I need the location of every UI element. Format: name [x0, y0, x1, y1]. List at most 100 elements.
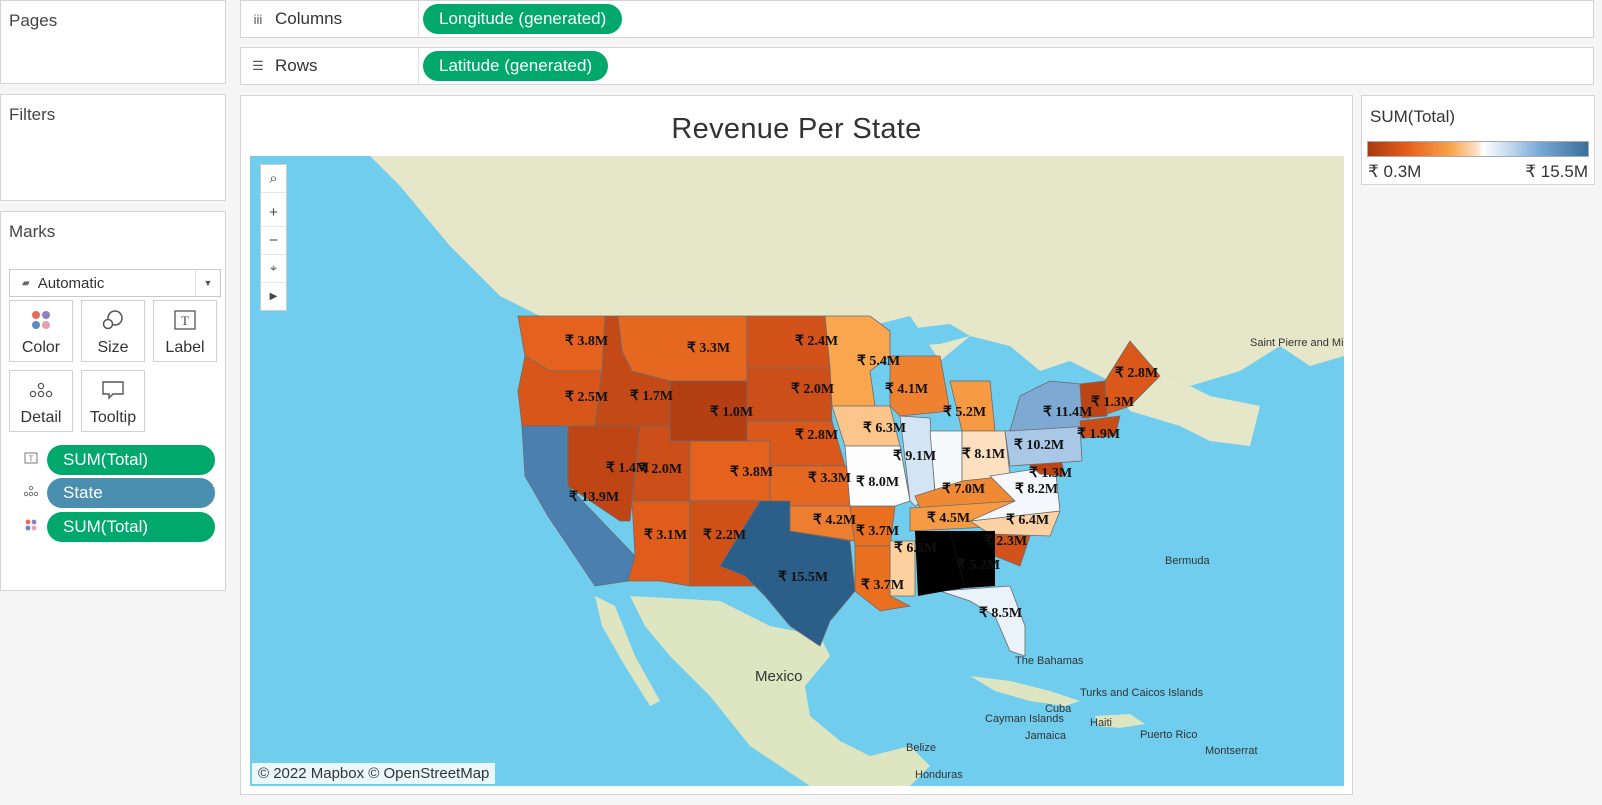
legend-max-value: ₹ 15.5M	[1525, 162, 1588, 181]
legend-title: SUM(Total)	[1370, 107, 1456, 126]
tooltip-bubble-icon	[101, 371, 125, 409]
marks-title: Marks	[9, 222, 56, 241]
detail-button-label: Detail	[20, 409, 62, 426]
label-nd: ₹ 2.4M	[795, 334, 838, 349]
label-oh: ₹ 8.1M	[962, 447, 1005, 462]
filters-title: Filters	[9, 105, 56, 124]
color-legend[interactable]: SUM(Total) ₹ 0.3M ₹ 15.5M	[1361, 95, 1595, 185]
zoom-out-icon[interactable]: −	[261, 227, 286, 255]
label-md: ₹ 1.3M	[1029, 466, 1072, 481]
state-fl	[939, 585, 1026, 657]
place-bermuda: Bermuda	[1165, 555, 1211, 567]
label-in: ₹ 7.0M	[942, 482, 985, 497]
size-button[interactable]: Size	[81, 300, 145, 362]
label-va: ₹ 8.2M	[1015, 482, 1058, 497]
tooltip-button-label: Tooltip	[89, 409, 137, 426]
mark-type-value: Automatic	[37, 274, 105, 292]
legend-gradient-bar	[1367, 141, 1589, 157]
place-honduras: Honduras	[915, 769, 963, 781]
detail-field-pill[interactable]: State	[47, 478, 215, 508]
label-field-icon: T	[23, 452, 39, 467]
label-sd: ₹ 2.0M	[791, 382, 834, 397]
place-cuba: Cuba	[1045, 703, 1072, 715]
zoom-in-icon[interactable]: +	[261, 199, 286, 227]
reset-map-icon[interactable]: ⌖	[261, 255, 286, 283]
label-ut: ₹ 2.0M	[639, 462, 682, 477]
rows-shelf[interactable]: ☰ Rows Latitude (generated)	[240, 47, 1594, 85]
label-ok: ₹ 4.2M	[813, 513, 856, 528]
label-al: ₹ 5.2M	[957, 558, 1000, 573]
label-button-label: Label	[165, 339, 205, 356]
rows-shelf-label: ☰ Rows	[241, 48, 419, 84]
svg-text:T: T	[181, 313, 189, 328]
place-mexico: Mexico	[755, 668, 803, 685]
label-tx: ₹ 15.5M	[778, 570, 828, 585]
map-toolbar: ⌕ + − ⌖ ▶	[260, 164, 287, 311]
rows-label: Rows	[275, 56, 318, 75]
label-fl: ₹ 8.5M	[979, 606, 1022, 621]
pages-panel: Pages	[0, 0, 226, 84]
color-button[interactable]: Color	[9, 300, 73, 362]
columns-icon: iii	[253, 11, 263, 27]
color-dots-icon	[30, 301, 52, 339]
color-field-pill[interactable]: SUM(Total)	[47, 512, 215, 542]
color-button-label: Color	[21, 339, 61, 356]
label-nc: ₹ 6.4M	[1006, 513, 1049, 528]
label-nm: ₹ 2.2M	[703, 528, 746, 543]
label-ks: ₹ 3.3M	[808, 471, 851, 486]
columns-shelf[interactable]: iii Columns Longitude (generated)	[240, 0, 1594, 38]
latitude-pill[interactable]: Latitude (generated)	[423, 51, 609, 81]
label-ca: ₹ 13.9M	[569, 490, 619, 505]
label-tn: ₹ 4.5M	[927, 511, 970, 526]
mark-type-dropdown[interactable]: ▰ Automatic ▼	[9, 269, 221, 297]
label-wa: ₹ 3.8M	[565, 334, 608, 349]
label-wi: ₹ 4.1M	[885, 382, 928, 397]
label-ma: ₹ 1.9M	[1077, 427, 1120, 442]
place-montserrat: Montserrat	[1205, 745, 1258, 757]
label-ms: ₹ 6.5M	[894, 541, 937, 556]
place-belize: Belize	[906, 742, 936, 754]
map-view[interactable]: Mexico Saint Pierre and Miquelon Bermuda…	[250, 156, 1344, 786]
place-jamaica: Jamaica	[1025, 730, 1067, 742]
us-states	[517, 315, 1161, 657]
label-ne: ₹ 2.8M	[795, 428, 838, 443]
tooltip-button[interactable]: Tooltip	[81, 370, 145, 432]
place-saint-pierre: Saint Pierre and Miquelon	[1250, 337, 1344, 349]
label-pa: ₹ 10.2M	[1014, 438, 1064, 453]
label-la: ₹ 3.7M	[861, 578, 904, 593]
label-az: ₹ 3.1M	[644, 528, 687, 543]
label-button[interactable]: T Label	[153, 300, 217, 362]
label-field-pill[interactable]: SUM(Total)	[47, 445, 215, 475]
state-az	[627, 500, 691, 587]
label-il: ₹ 9.1M	[893, 449, 936, 464]
marks-panel: Marks ▰ Automatic ▼ Color Size T Label D…	[0, 211, 226, 591]
label-mn: ₹ 5.4M	[857, 354, 900, 369]
search-icon[interactable]: ⌕	[261, 165, 286, 193]
label-or: ₹ 2.5M	[565, 390, 608, 405]
expand-toolbar-icon[interactable]: ▶	[261, 283, 286, 310]
label-mi: ₹ 5.2M	[943, 405, 986, 420]
mexico-land	[630, 596, 930, 786]
size-circles-icon	[101, 301, 125, 339]
map-canvas[interactable]: Mexico Saint Pierre and Miquelon Bermuda…	[250, 156, 1344, 786]
label-mo: ₹ 8.0M	[856, 475, 899, 490]
chevron-down-icon[interactable]: ▼	[195, 270, 220, 296]
viz-container: Revenue Per State Mexico Saint Pierre an…	[240, 95, 1353, 795]
color-field-icon	[23, 519, 39, 534]
label-mt: ₹ 3.3M	[687, 341, 730, 356]
detail-button[interactable]: Detail	[9, 370, 73, 432]
map-attribution[interactable]: © 2022 Mapbox © OpenStreetMap	[252, 763, 496, 784]
label-sc: ₹ 2.3M	[984, 534, 1027, 549]
columns-shelf-label: iii Columns	[241, 1, 419, 37]
rows-icon: ☰	[252, 58, 264, 73]
label-id: ₹ 1.7M	[630, 389, 673, 404]
label-ia: ₹ 6.3M	[863, 421, 906, 436]
label-me: ₹ 2.8M	[1115, 366, 1158, 381]
detail-dots-icon	[29, 371, 53, 409]
columns-label: Columns	[275, 9, 343, 28]
map-mark-icon: ▰	[22, 277, 30, 289]
place-bahamas: The Bahamas	[1015, 655, 1084, 667]
label-text-icon: T	[174, 301, 196, 339]
longitude-pill[interactable]: Longitude (generated)	[423, 4, 623, 34]
filters-panel[interactable]: Filters	[0, 94, 226, 201]
